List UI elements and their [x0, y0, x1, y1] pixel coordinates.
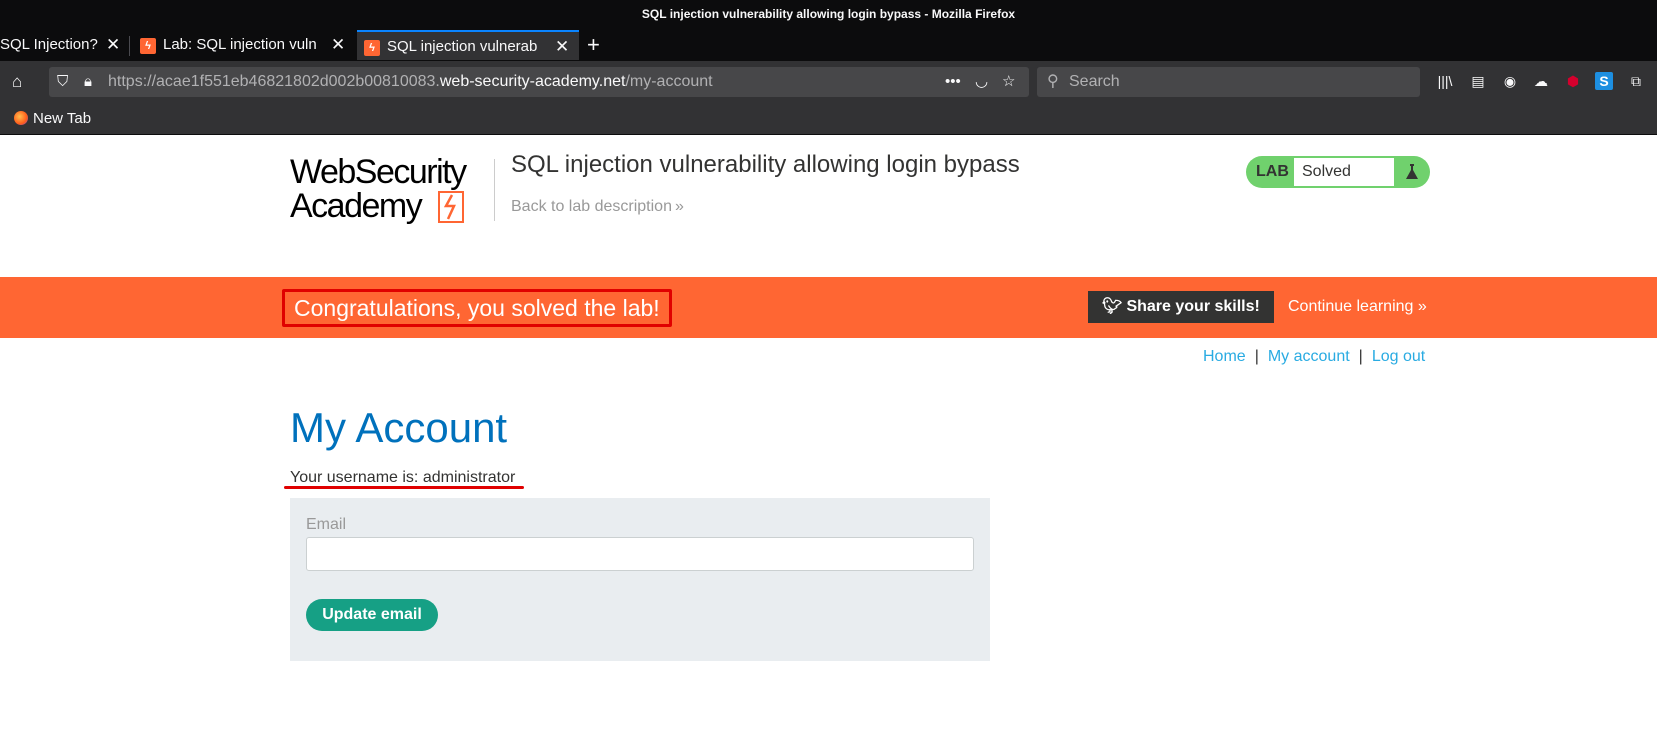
bookmark-star-icon[interactable]: ☆ [1002, 67, 1015, 97]
bookmarks-toolbar: New Tab [0, 103, 1657, 135]
tab-active-lab[interactable]: ϟ SQL injection vulnerab ✕ [357, 30, 579, 60]
window-title: SQL injection vulnerability allowing log… [0, 0, 1657, 28]
ublock-origin-icon[interactable]: ⬢ [1564, 72, 1582, 90]
share-skills-button[interactable]: 🐦︎ Share your skills! [1088, 291, 1274, 323]
extension-cloud-icon[interactable]: ☁ [1532, 72, 1550, 90]
solved-banner: Congratulations, you solved the lab! 🐦︎ S… [0, 277, 1657, 338]
pocket-icon[interactable]: ◡ [975, 67, 988, 97]
update-email-button[interactable]: Update email [306, 599, 438, 631]
firefox-icon [14, 111, 28, 125]
portswigger-favicon-icon: ϟ [140, 38, 156, 54]
home-icon[interactable]: ⌂ [12, 61, 22, 103]
double-chevron-right-icon: » [674, 198, 684, 215]
logo-bolt-icon [438, 191, 464, 223]
bookmark-new-tab[interactable]: New Tab [14, 103, 91, 135]
tab-strip: SQL Injection? ✕ ϟ Lab: SQL injection vu… [0, 28, 1657, 61]
username-text: Your username is: administrator [290, 469, 516, 486]
library-icon[interactable]: |||\ [1436, 72, 1454, 90]
continue-learning-link[interactable]: Continue learning » [1288, 291, 1427, 323]
lab-status-value: Solved [1294, 158, 1394, 186]
account-nav: Home | My account | Log out [1203, 348, 1426, 365]
lock-icon[interactable]: 🔒︎ [84, 67, 92, 97]
sidebar-icon[interactable]: ▤ [1469, 72, 1487, 90]
close-icon[interactable]: ✕ [331, 30, 345, 60]
tab-label: Lab: SQL injection vuln [163, 36, 317, 53]
double-chevron-right-icon: » [1417, 298, 1427, 315]
tab-label: SQL Injection? [0, 36, 98, 53]
email-field[interactable] [306, 537, 974, 571]
congratulations-message: Congratulations, you solved the lab! [282, 289, 672, 327]
extension-icon[interactable]: ⧉ [1627, 72, 1645, 90]
url-text[interactable]: https://acae1f551eb46821802d002b00810083… [108, 67, 713, 97]
extension-s-icon[interactable]: S [1595, 72, 1613, 90]
new-tab-plus-icon[interactable]: + [587, 30, 600, 60]
flask-icon [1406, 164, 1418, 179]
back-to-lab-description-link[interactable]: Back to lab description» [511, 198, 684, 216]
search-placeholder[interactable]: Search [1069, 67, 1120, 97]
home-link[interactable]: Home [1203, 348, 1246, 365]
search-bar[interactable]: ⚲ Search [1037, 67, 1420, 97]
close-icon[interactable]: ✕ [106, 30, 120, 60]
account-icon[interactable]: ◉ [1501, 72, 1519, 90]
page-content: WebSecurity Academy SQL injection vulner… [0, 135, 1657, 745]
portswigger-favicon-icon: ϟ [364, 40, 380, 56]
my-account-link[interactable]: My account [1268, 348, 1350, 365]
update-email-form: Email Update email [290, 498, 990, 661]
tab-sql-injection[interactable]: SQL Injection? ✕ [0, 30, 126, 60]
search-icon: ⚲ [1047, 73, 1059, 90]
shield-icon[interactable]: ⛉ [57, 67, 68, 97]
web-security-academy-logo[interactable]: WebSecurity Academy [290, 153, 490, 225]
header-divider [494, 159, 495, 221]
lab-tag: LAB [1256, 163, 1289, 180]
tab-label: SQL injection vulnerab [387, 38, 538, 55]
close-icon[interactable]: ✕ [555, 32, 569, 60]
page-actions-icon[interactable]: ••• [945, 67, 961, 97]
lab-status-widget: LAB Solved [1246, 156, 1430, 188]
log-out-link[interactable]: Log out [1372, 348, 1425, 365]
tab-lab-description[interactable]: ϟ Lab: SQL injection vuln ✕ [133, 30, 355, 60]
page-title: My Account [290, 404, 508, 451]
lab-title: SQL injection vulnerability allowing log… [511, 151, 1020, 178]
email-label: Email [306, 516, 347, 533]
twitter-icon: 🐦︎ [1102, 298, 1123, 315]
username-highlight-underline [284, 486, 524, 489]
url-bar[interactable]: ⛉ 🔒︎ https://acae1f551eb46821802d002b008… [49, 67, 1029, 97]
